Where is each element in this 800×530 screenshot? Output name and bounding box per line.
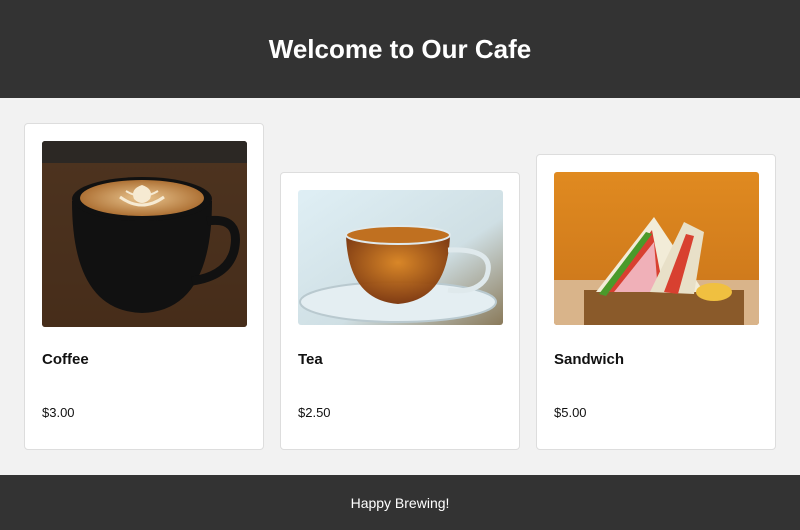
- menu-item-price: $2.50: [298, 405, 331, 420]
- coffee-latte-image: [42, 141, 247, 327]
- menu-card-coffee[interactable]: Coffee $3.00: [24, 123, 264, 450]
- menu-item-name: Sandwich: [554, 351, 625, 368]
- site-header: Welcome to Our Cafe: [0, 0, 800, 98]
- menu-grid: Coffee $3.00 Tea $2.50 Sandwich $5.00: [0, 98, 800, 475]
- menu-item-name: Coffee: [42, 351, 89, 368]
- site-footer: Happy Brewing!: [0, 475, 800, 530]
- footer-text: Happy Brewing!: [350, 494, 450, 511]
- tea-cup-image: [298, 190, 503, 325]
- menu-item-price: $3.00: [42, 405, 75, 420]
- menu-card-tea[interactable]: Tea $2.50: [280, 172, 520, 450]
- menu-item-name: Tea: [298, 351, 323, 368]
- sandwich-image: [554, 172, 759, 325]
- menu-card-sandwich[interactable]: Sandwich $5.00: [536, 154, 776, 450]
- menu-item-price: $5.00: [554, 405, 587, 420]
- page-title: Welcome to Our Cafe: [268, 33, 532, 64]
